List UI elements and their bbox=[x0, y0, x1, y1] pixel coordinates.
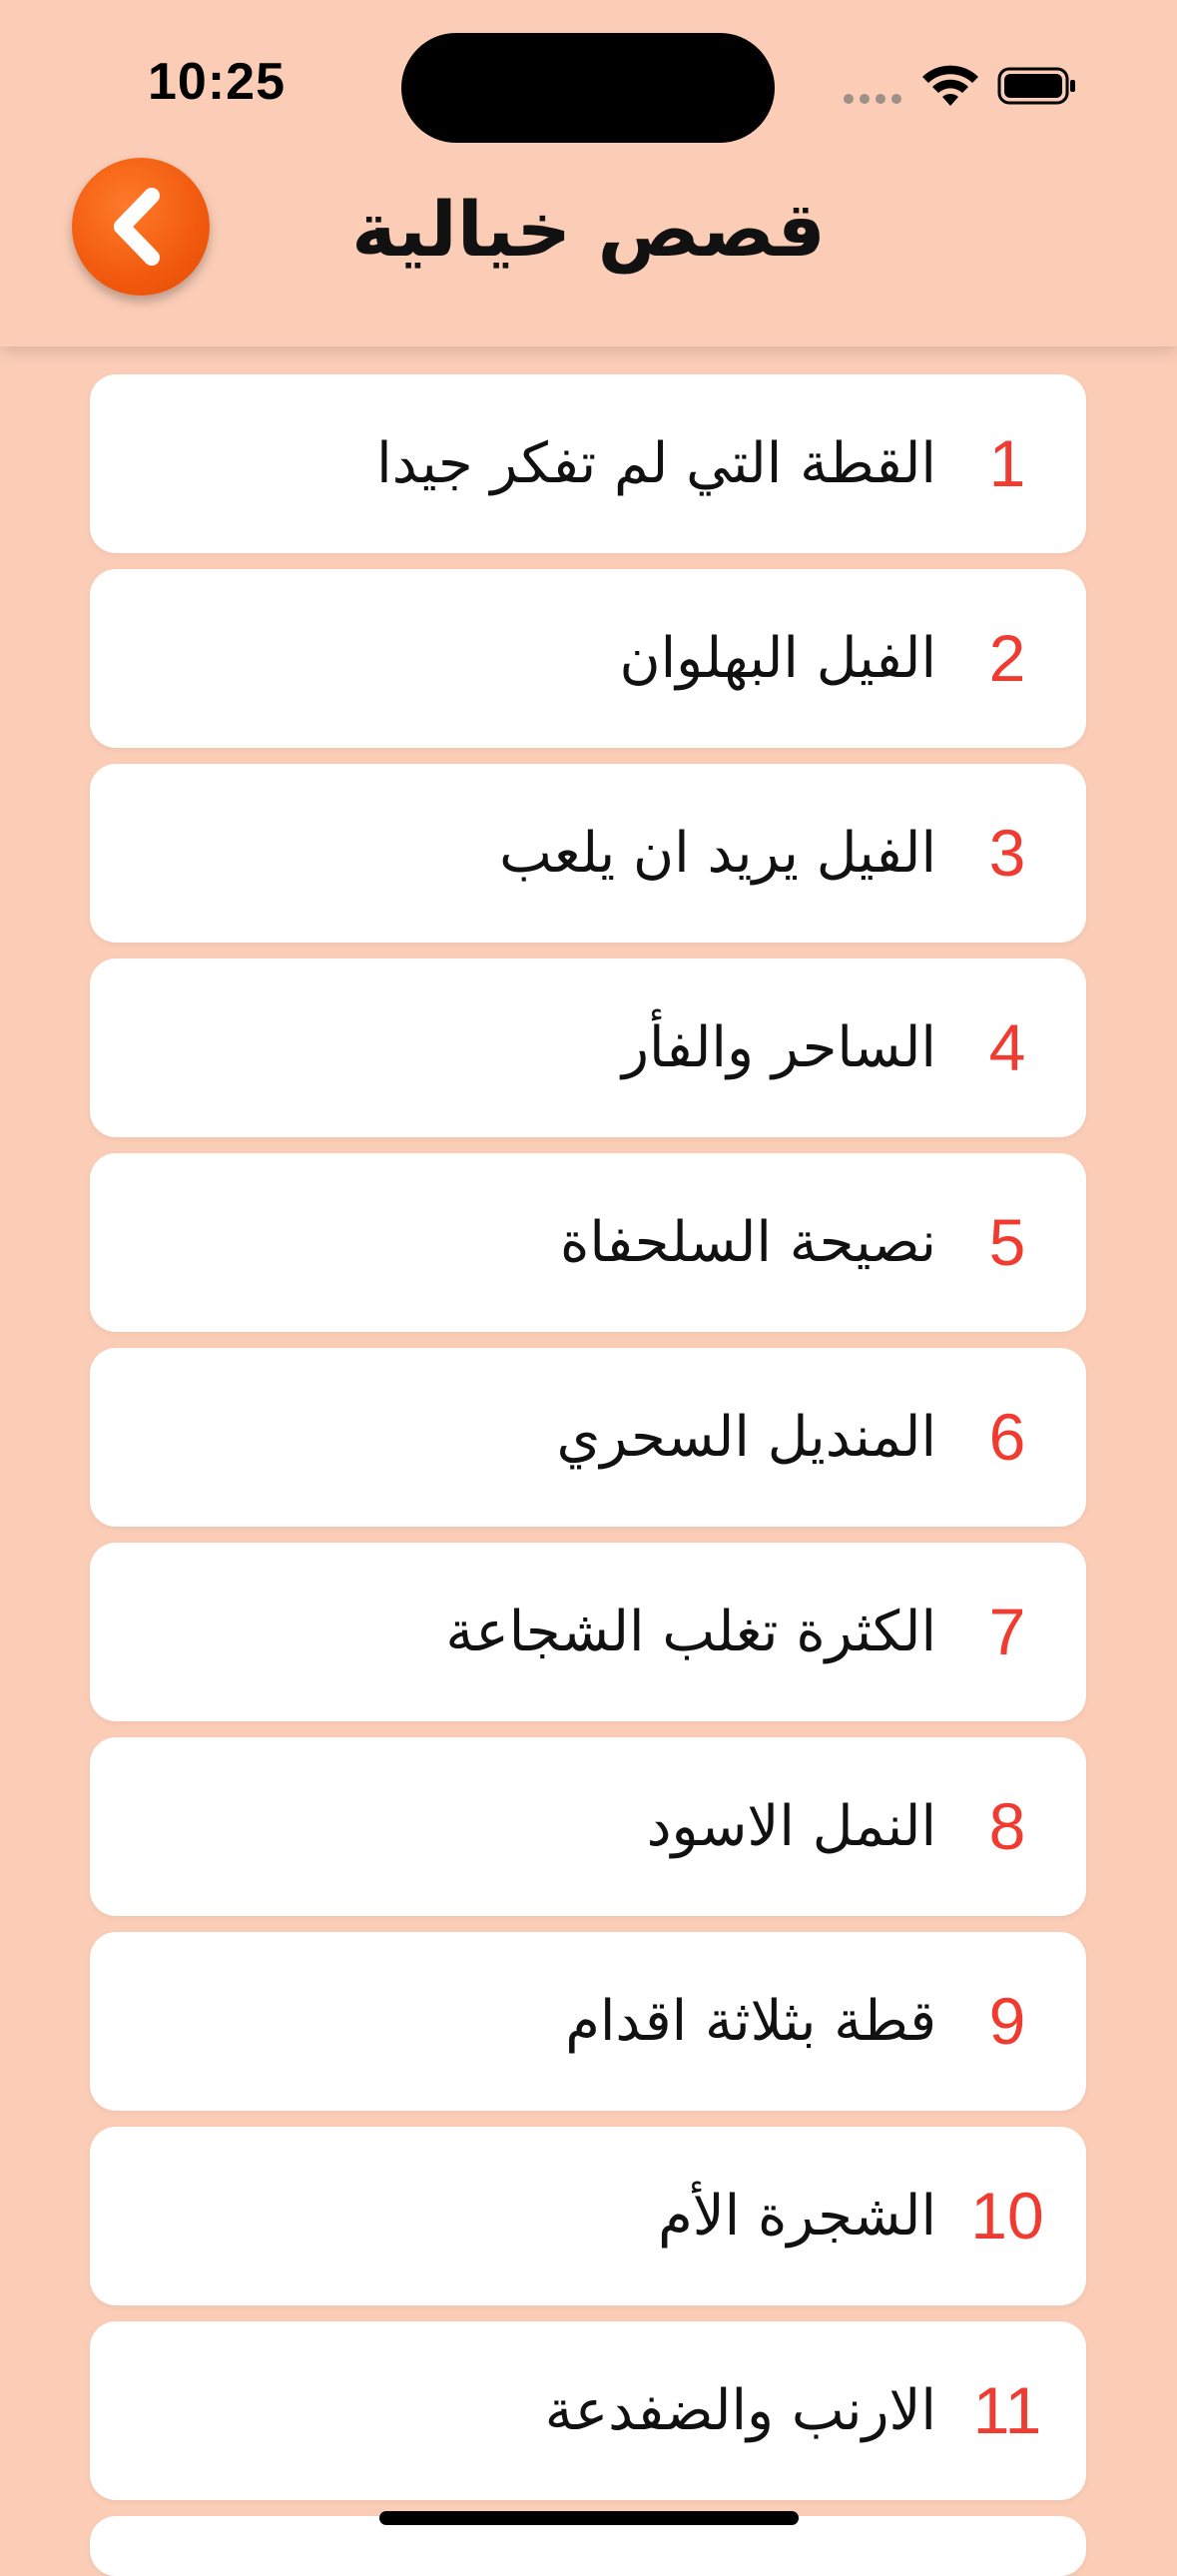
status-time: 10:25 bbox=[148, 53, 286, 111]
story-title: الارنب والضفدعة bbox=[544, 2378, 936, 2443]
back-button[interactable] bbox=[72, 158, 210, 296]
story-item[interactable]: 2 الفيل البهلوان bbox=[90, 569, 1086, 748]
home-indicator[interactable] bbox=[379, 2511, 799, 2525]
story-item[interactable]: 6 المنديل السحري bbox=[90, 1348, 1086, 1527]
story-number: 10 bbox=[970, 2179, 1044, 2253]
chevron-left-icon bbox=[114, 188, 160, 266]
story-number: 2 bbox=[988, 621, 1026, 695]
battery-full-icon bbox=[997, 67, 1075, 105]
story-title: قطة بثلاثة اقدام bbox=[565, 1989, 936, 2054]
page-title: قصص خيالية bbox=[351, 185, 826, 274]
story-title: الفيل البهلوان bbox=[619, 626, 936, 691]
story-number: 8 bbox=[988, 1789, 1026, 1863]
story-item[interactable]: 9 قطة بثلاثة اقدام bbox=[90, 1932, 1086, 2111]
story-item[interactable]: 10 الشجرة الأم bbox=[90, 2127, 1086, 2305]
story-title: نصيحة السلحفاة bbox=[559, 1210, 936, 1275]
story-item[interactable]: 5 نصيحة السلحفاة bbox=[90, 1153, 1086, 1332]
story-item[interactable]: 11 الارنب والضفدعة bbox=[90, 2321, 1086, 2500]
story-number: 6 bbox=[988, 1400, 1026, 1474]
wifi-icon bbox=[922, 65, 978, 106]
story-item[interactable]: 7 الكثرة تغلب الشجاعة bbox=[90, 1543, 1086, 1721]
story-number: 11 bbox=[972, 2373, 1042, 2447]
story-number: 1 bbox=[988, 426, 1026, 500]
story-title: الشجرة الأم bbox=[658, 2184, 936, 2249]
story-number: 7 bbox=[988, 1595, 1026, 1668]
story-item[interactable]: 1 القطة التي لم تفكر جيدا bbox=[90, 374, 1086, 553]
story-title: القطة التي لم تفكر جيدا bbox=[376, 431, 936, 496]
story-number: 3 bbox=[988, 816, 1026, 890]
story-number: 5 bbox=[988, 1205, 1026, 1279]
story-number: 9 bbox=[988, 1984, 1026, 2058]
story-title: النمل الاسود bbox=[646, 1794, 936, 1859]
story-item-partial[interactable] bbox=[90, 2516, 1086, 2576]
story-title: المنديل السحري bbox=[556, 1405, 936, 1470]
story-item[interactable]: 3 الفيل يريد ان يلعب bbox=[90, 764, 1086, 943]
dynamic-island bbox=[401, 33, 775, 143]
story-title: الساحر والفأر bbox=[621, 1015, 936, 1080]
story-title: الفيل يريد ان يلعب bbox=[499, 821, 936, 886]
story-number: 4 bbox=[988, 1010, 1026, 1084]
story-item[interactable]: 8 النمل الاسود bbox=[90, 1737, 1086, 1916]
story-title: الكثرة تغلب الشجاعة bbox=[445, 1600, 936, 1664]
cellular-signal-icon bbox=[844, 94, 901, 104]
story-item[interactable]: 4 الساحر والفأر bbox=[90, 959, 1086, 1137]
header: 10:25 قصص خيالية bbox=[0, 0, 1177, 346]
